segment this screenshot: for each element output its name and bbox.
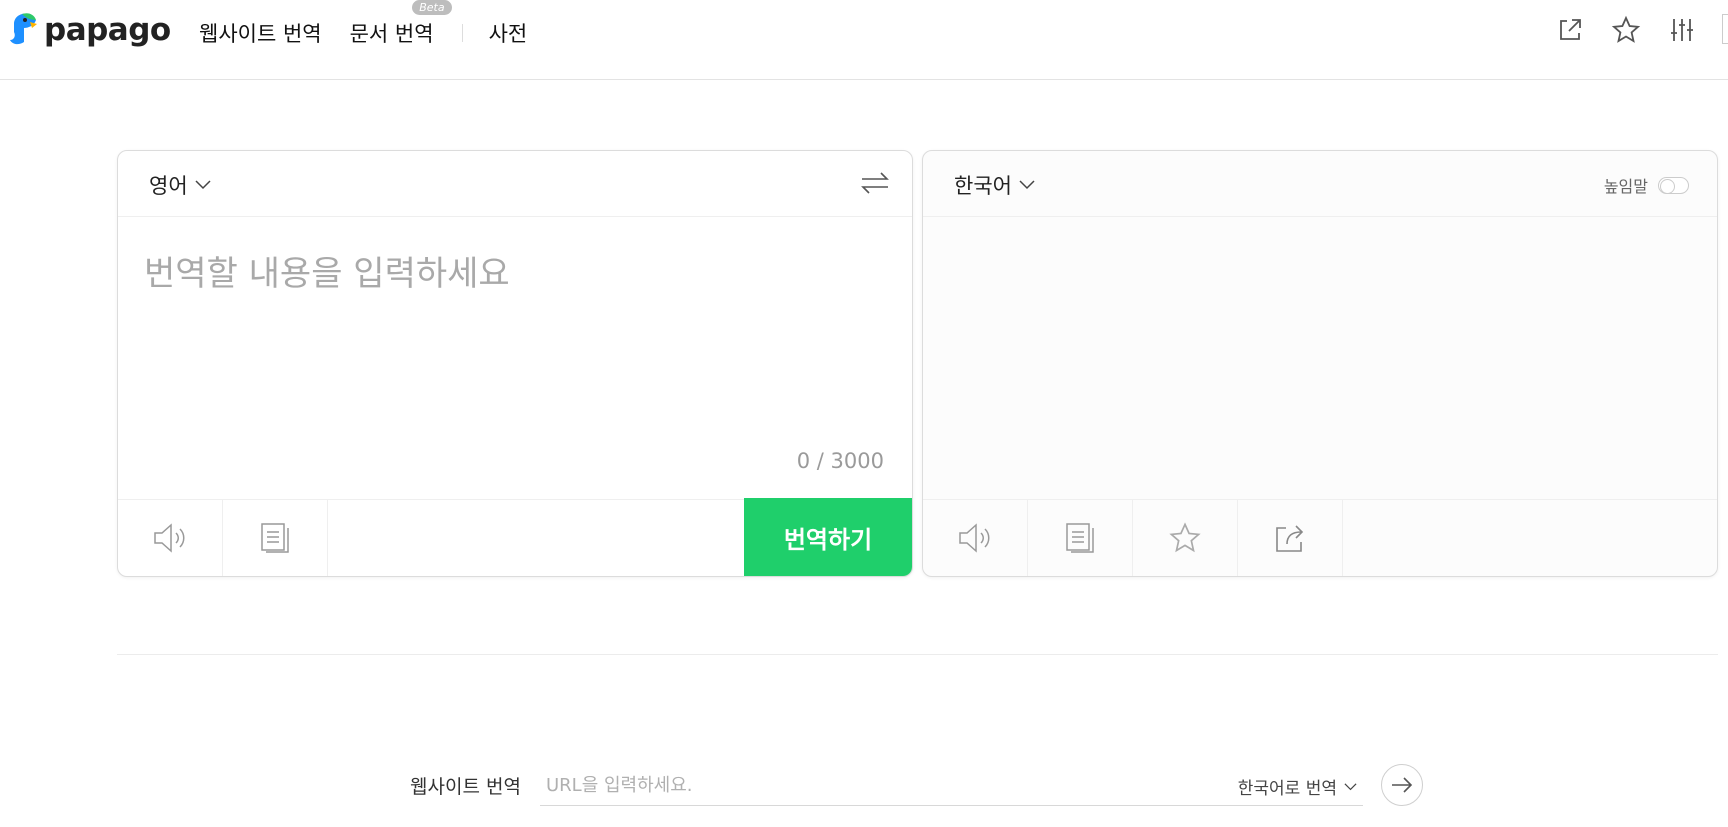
target-language-label: 한국어 (954, 174, 1012, 198)
papago-parrot-icon (10, 13, 37, 45)
swap-languages-icon[interactable] (860, 169, 890, 201)
beta-badge: Beta (412, 0, 452, 15)
target-language-select[interactable]: 한국어 (954, 170, 1035, 200)
brand-name: papago (44, 12, 171, 48)
settings-sliders-icon[interactable] (1666, 14, 1698, 46)
target-panel-footer (923, 499, 1717, 576)
nav-document-translate[interactable]: 문서 번역 Beta (349, 0, 452, 48)
favorite-button[interactable] (1133, 500, 1238, 576)
chevron-down-icon (1344, 782, 1357, 790)
website-target-language-label: 한국어로 번역 (1237, 779, 1337, 799)
section-divider (117, 654, 1718, 655)
website-translate-go-button[interactable] (1381, 764, 1423, 806)
star-icon[interactable] (1610, 14, 1642, 46)
main-nav: 웹사이트 번역 문서 번역 Beta 사전 (199, 0, 555, 48)
source-panel-header: 영어 (118, 151, 912, 217)
share-icon (1276, 525, 1304, 552)
copy-document-icon (261, 523, 289, 553)
source-text-input[interactable] (144, 246, 884, 406)
honorific-toggle[interactable] (1658, 176, 1689, 194)
target-copy-button[interactable] (1028, 500, 1133, 576)
share-button[interactable] (1238, 500, 1343, 576)
nav-dictionary[interactable]: 사전 (489, 18, 528, 48)
copy-document-icon (1066, 523, 1094, 553)
source-listen-button[interactable] (118, 500, 223, 576)
papago-logo[interactable]: papago (8, 10, 171, 50)
website-translate-label: 웹사이트 번역 (410, 776, 521, 798)
url-input[interactable] (546, 770, 1106, 800)
open-new-window-icon[interactable] (1554, 14, 1586, 46)
header-actions (1554, 14, 1728, 46)
speaker-icon (959, 523, 990, 553)
chevron-down-icon (195, 180, 211, 190)
nav-document-translate-label: 문서 번역 (349, 22, 434, 46)
honorific-control: 높임말 (1604, 173, 1689, 197)
website-target-language-select[interactable]: 한국어로 번역 (1238, 774, 1357, 799)
target-listen-button[interactable] (923, 500, 1028, 576)
target-panel: 한국어 높임말 (922, 150, 1718, 577)
header-edge-tab (1722, 14, 1728, 44)
honorific-label: 높임말 (1603, 177, 1648, 196)
source-panel: 영어 0 / 3000 번역하기 (117, 150, 913, 577)
translate-button[interactable]: 번역하기 (744, 498, 912, 576)
arrow-right-icon (1392, 777, 1413, 793)
nav-website-translate[interactable]: 웹사이트 번역 (199, 18, 322, 48)
source-language-label: 영어 (149, 174, 188, 198)
nav-divider (461, 24, 463, 42)
star-icon (1169, 522, 1201, 553)
url-input-box: 한국어로 번역 (540, 764, 1363, 806)
top-header: papago 웹사이트 번역 문서 번역 Beta 사전 (0, 0, 1728, 80)
target-panel-header: 한국어 높임말 (923, 151, 1717, 217)
source-panel-footer: 번역하기 (118, 498, 912, 576)
character-counter: 0 / 3000 (796, 449, 884, 473)
chevron-down-icon (1019, 180, 1035, 190)
source-copy-button[interactable] (223, 500, 328, 576)
speaker-icon (154, 523, 185, 553)
source-language-select[interactable]: 영어 (149, 170, 211, 200)
